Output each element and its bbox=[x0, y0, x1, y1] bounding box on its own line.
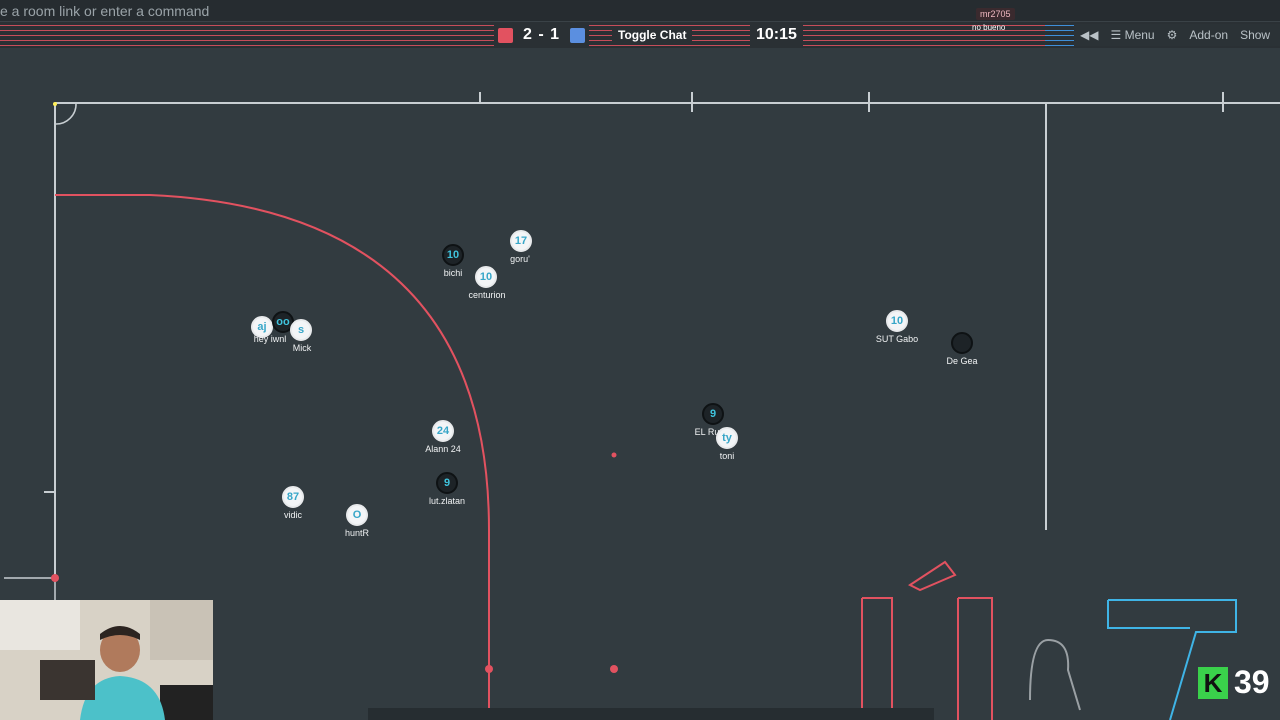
command-bar bbox=[0, 0, 1280, 22]
webcam-overlay bbox=[0, 600, 213, 720]
top-bar: 2 - 1 Toggle Chat 10:15 mr2705 no bueno … bbox=[0, 0, 1280, 48]
center-dot bbox=[611, 452, 617, 458]
settings-button[interactable]: ⚙ bbox=[1161, 28, 1184, 42]
menu-button[interactable]: ☰ Menu bbox=[1104, 28, 1160, 42]
red-team-square bbox=[498, 27, 513, 43]
player-toni: ty bbox=[716, 427, 738, 449]
player-name-vidic: vidic bbox=[283, 510, 303, 520]
goal-post bbox=[51, 574, 59, 582]
player-bichi: 10 bbox=[442, 244, 464, 266]
player-name-degea: De Gea bbox=[946, 356, 978, 366]
show-button[interactable]: Show bbox=[1234, 28, 1276, 42]
player-degea bbox=[951, 332, 973, 354]
addon-button[interactable]: Add-on bbox=[1183, 28, 1234, 42]
back-icon: ◀◀ bbox=[1080, 28, 1099, 42]
k-icon: K bbox=[1198, 666, 1228, 699]
player-sutgabo: 10 bbox=[886, 310, 908, 332]
logo-decoration bbox=[861, 560, 1237, 720]
k-counter-badge: K 39 bbox=[1198, 664, 1270, 701]
match-timer: 10:15 bbox=[750, 24, 803, 46]
player-name-aj: hey iwnl bbox=[253, 334, 287, 344]
player-centurion: 10 bbox=[475, 266, 497, 288]
player-name-toni: toni bbox=[719, 451, 735, 461]
notification-message: no bueno bbox=[972, 23, 1006, 32]
scoreboard: 2 - 1 bbox=[494, 24, 590, 46]
player-goru: 17 bbox=[510, 230, 532, 252]
player-name-lutzlatan: lut.zlatan bbox=[428, 496, 466, 506]
player-name-centurion: centurion bbox=[468, 290, 506, 300]
marker-dot bbox=[610, 665, 618, 673]
player-name-sutgabo: SUT Gabo bbox=[875, 334, 919, 344]
menu-label: Menu bbox=[1124, 28, 1155, 42]
player-name-goru: goru' bbox=[510, 254, 530, 264]
player-alann: 24 bbox=[432, 420, 454, 442]
player-name-bichi: bichi bbox=[443, 268, 463, 278]
notification-user: mr2705 bbox=[976, 8, 1015, 20]
menu-bar: ◀◀ ☰ Menu ⚙ Add-on Show bbox=[1074, 24, 1280, 46]
player-lutzlatan: 9 bbox=[436, 472, 458, 494]
blue-team-square bbox=[570, 27, 586, 43]
goal-box bbox=[4, 577, 56, 600]
corner-flag bbox=[53, 102, 57, 106]
corner-arc bbox=[54, 102, 77, 125]
player-vidic: 87 bbox=[282, 486, 304, 508]
score-text: 2 - 1 bbox=[523, 26, 561, 43]
back-button[interactable]: ◀◀ bbox=[1074, 28, 1104, 42]
toggle-chat-button[interactable]: Toggle Chat bbox=[612, 26, 693, 44]
chat-notification: mr2705 no bueno bbox=[966, 4, 1046, 34]
player-name-mick: Mick bbox=[292, 343, 312, 353]
command-input[interactable] bbox=[0, 0, 700, 21]
marker-dot bbox=[485, 665, 493, 673]
webcam-image bbox=[0, 600, 213, 720]
player-name-alann: Alann 24 bbox=[425, 444, 461, 454]
player-huntr: O bbox=[346, 504, 368, 526]
gear-icon: ⚙ bbox=[1166, 28, 1178, 42]
player-elru: 9 bbox=[702, 403, 724, 425]
bottom-bar bbox=[368, 708, 934, 720]
k-number: 39 bbox=[1234, 664, 1270, 700]
menu-icon: ☰ bbox=[1110, 28, 1122, 42]
player-mick: s bbox=[290, 319, 312, 341]
player-name-huntr: huntR bbox=[344, 528, 370, 538]
